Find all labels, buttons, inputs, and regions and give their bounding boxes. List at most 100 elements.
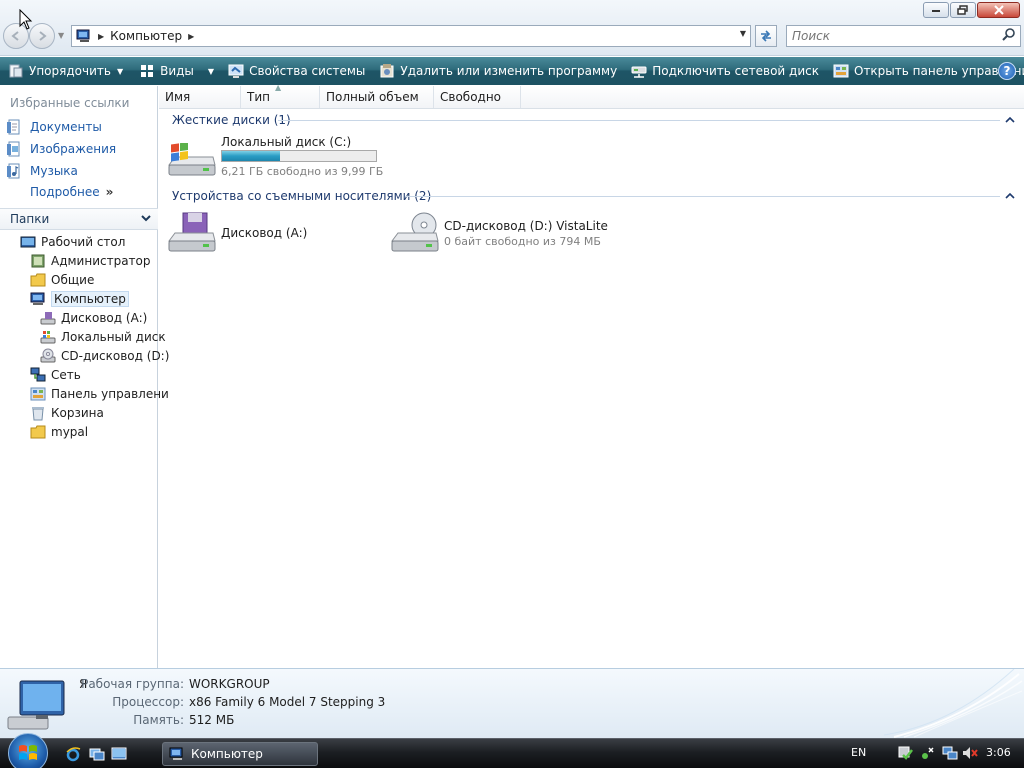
tree-item-administrator[interactable]: Администратор [30, 252, 151, 270]
column-header-total-size[interactable]: Полный объем [320, 86, 434, 108]
tree-item-desktop[interactable]: Рабочий стол [20, 233, 125, 251]
clock[interactable]: 3:06 [986, 746, 1011, 759]
control-panel-icon [30, 387, 46, 401]
column-header-label: Имя [165, 90, 191, 104]
drive-free-space: 6,21 ГБ свободно из 9,99 ГБ [221, 165, 384, 178]
tree-item-control-panel[interactable]: Панель управлени [30, 385, 169, 403]
maximize-button[interactable] [950, 2, 976, 18]
recycle-bin-icon [32, 407, 44, 421]
floppy-drive-icon [40, 312, 56, 325]
start-button[interactable] [8, 733, 48, 768]
computer-icon [30, 292, 45, 305]
tree-item-recycle-bin[interactable]: Корзина [30, 404, 104, 422]
tray-connection-icon[interactable] [942, 745, 958, 761]
chevron-down-icon [141, 215, 151, 222]
uninstall-program-label: Удалить или изменить программу [400, 64, 618, 78]
language-indicator[interactable]: EN [851, 746, 866, 759]
volume-muted-icon[interactable] [962, 745, 978, 761]
favorite-links-more[interactable]: Подробнее » [30, 185, 113, 199]
tray-security-icon[interactable] [897, 745, 913, 761]
drive-name: CD-дисковод (D:) VistaLite [444, 219, 608, 233]
column-header-name[interactable]: Имя [159, 86, 241, 108]
internet-explorer-icon[interactable] [65, 746, 81, 762]
column-header-type[interactable]: ▲ Тип [241, 83, 320, 108]
detail-row-processor: Процессор: x86 Family 6 Model 7 Stepping… [0, 695, 400, 711]
address-dropdown-icon[interactable]: ▼ [740, 29, 746, 38]
breadcrumb-separator[interactable]: ▶ [98, 32, 104, 41]
system-properties-button[interactable]: Свойства системы [224, 59, 369, 83]
chevron-down-icon: ▼ [207, 66, 215, 76]
favorite-link-music[interactable]: Музыка [6, 162, 78, 180]
programs-icon [380, 64, 394, 78]
search-box[interactable] [786, 25, 1021, 47]
search-input[interactable] [787, 26, 987, 46]
tree-item-public[interactable]: Общие [30, 271, 94, 289]
folder-icon [30, 425, 46, 439]
minimize-button[interactable] [923, 2, 949, 18]
tray-network-icon[interactable] [920, 745, 936, 761]
search-icon[interactable] [1002, 28, 1016, 42]
recent-pages-button[interactable]: ▼ [58, 31, 64, 40]
drive-free-space: 0 байт свободно из 794 МБ [444, 235, 601, 248]
arrow-left-icon [11, 31, 19, 41]
drive-local-disk-c[interactable]: Локальный диск (C:) 6,21 ГБ свободно из … [167, 133, 397, 183]
breadcrumb-separator[interactable]: ▶ [188, 32, 194, 41]
minimize-icon [932, 10, 940, 12]
drive-floppy-a[interactable]: Дисковод (A:) [167, 209, 327, 257]
title-bar: ▼ ▶ Компьютер ▶ ▼ [0, 0, 1024, 56]
tree-item-network[interactable]: Сеть [30, 366, 81, 384]
column-header-free-space[interactable]: Свободно [434, 86, 521, 108]
tree-item-computer[interactable]: Компьютер [30, 290, 129, 308]
column-header-label: Полный объем [326, 90, 419, 104]
address-bar[interactable]: ▶ Компьютер ▶ ▼ [71, 25, 751, 47]
tree-item-label: Панель управлени [51, 387, 169, 401]
user-folder-icon [31, 254, 45, 268]
command-toolbar: Упорядочить ▼ Виды ▼ Свойства системы Уд… [0, 57, 1024, 85]
cd-drive-icon [40, 348, 56, 363]
organize-button[interactable]: Упорядочить ▼ [4, 59, 127, 83]
open-control-panel-button[interactable]: Открыть панель управления [829, 59, 1024, 83]
taskbar-button-computer[interactable]: Компьютер [162, 742, 318, 766]
hard-drive-icon [40, 331, 56, 344]
tree-item-label: Администратор [51, 254, 151, 268]
column-header-label: Свободно [440, 90, 502, 104]
detail-row-workgroup: Рабочая группа: WORKGROUP [0, 677, 400, 693]
folders-header[interactable]: Папки [0, 208, 158, 230]
help-icon[interactable]: ? [998, 62, 1016, 80]
window-controls [923, 2, 1020, 18]
favorite-link-documents[interactable]: Документы [6, 118, 102, 136]
organize-icon [9, 64, 23, 78]
group-header-hard-disks[interactable]: Жесткие диски (1) [172, 112, 291, 128]
windows-logo-icon [19, 745, 37, 760]
tree-item-mypal[interactable]: mypal [30, 423, 88, 441]
collapse-group-icon[interactable] [1005, 192, 1015, 200]
breadcrumb-computer[interactable]: Компьютер [110, 29, 182, 43]
views-button[interactable]: Виды ▼ [135, 59, 218, 83]
navigation-pane: Избранные ссылки Документы Изображения М… [0, 86, 169, 668]
map-network-drive-button[interactable]: Подключить сетевой диск [627, 59, 823, 83]
favorite-links-more-label: Подробнее [30, 185, 100, 199]
details-pane: Я Рабочая группа: WORKGROUP Процессор: x… [0, 668, 1024, 738]
favorite-link-label: Музыка [30, 164, 78, 178]
favorite-links-title: Избранные ссылки [10, 96, 130, 110]
detail-value: x86 Family 6 Model 7 Stepping 3 [189, 695, 386, 709]
refresh-button[interactable] [755, 25, 777, 47]
collapse-group-icon[interactable] [1005, 116, 1015, 124]
group-title: Жесткие диски (1) [172, 113, 291, 127]
taskbar: Компьютер EN 3:06 [0, 733, 1024, 768]
close-button[interactable] [977, 2, 1020, 18]
show-desktop-icon[interactable] [111, 746, 127, 762]
uninstall-program-button[interactable]: Удалить или изменить программу [375, 59, 621, 83]
group-header-removable[interactable]: Устройства со съемными носителями (2) [172, 188, 431, 204]
pictures-icon [7, 141, 20, 157]
switch-windows-icon[interactable] [89, 746, 105, 762]
system-properties-icon [228, 64, 244, 78]
favorite-link-pictures[interactable]: Изображения [6, 140, 116, 158]
favorite-link-label: Документы [30, 120, 102, 134]
drive-cd-d[interactable]: CD-дисковод (D:) VistaLite 0 байт свобод… [390, 209, 620, 257]
column-header-label: Тип [247, 90, 270, 104]
tree-item-floppy[interactable]: Дисковод (A:) [40, 309, 147, 327]
tree-item-cd-drive[interactable]: CD-дисковод (D:) [40, 347, 169, 365]
detail-label: Процессор: [112, 695, 184, 709]
tree-item-local-disk[interactable]: Локальный диск [40, 328, 166, 346]
